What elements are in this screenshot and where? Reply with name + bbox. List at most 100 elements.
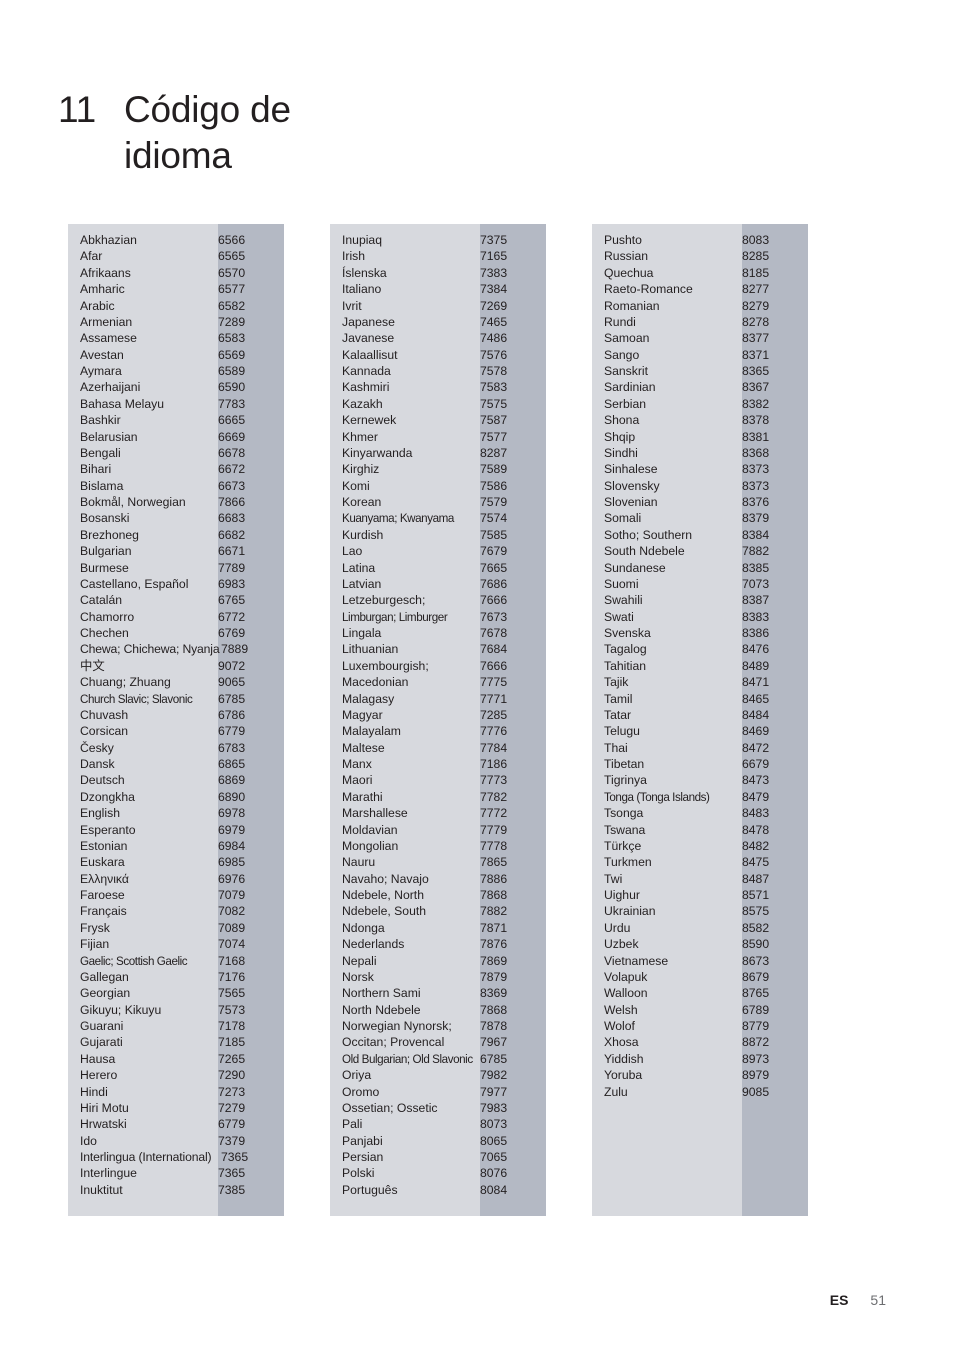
language-code: 7982 [480,1068,508,1083]
language-name: Chewa; Chichewa; Nyanja [80,642,220,657]
language-code-row: Chuvash 6786 [68,707,284,723]
language-code: 7773 [480,773,508,788]
language-code-row: Kashmiri 7583 [330,379,546,395]
language-code-row: Tatar 8484 [592,707,808,723]
language-code-row: Thai 8472 [592,740,808,756]
language-code: 7074 [218,937,246,952]
language-name: Marshallese [342,806,408,821]
language-name: Ossetian; Ossetic [342,1100,438,1115]
language-name: Turkmen [604,855,652,870]
language-code: 6976 [218,871,246,886]
language-name: Limburgan; Limburger [342,609,448,624]
language-code: 7889 [221,642,249,657]
language-code: 9085 [742,1084,770,1099]
language-name: Shona [604,413,640,428]
language-name: Estonian [80,838,128,853]
language-code-row: Sanskrit 8365 [592,363,808,379]
language-code: 8779 [742,1019,770,1033]
language-code-row: Somali 8379 [592,510,808,526]
language-code: 8872 [742,1035,770,1050]
language-code-row: 中文 9072 [68,658,284,674]
language-code: 7772 [480,806,508,821]
language-code: 7865 [480,855,508,870]
language-code: 8471 [742,675,770,690]
language-code-row: Arabic 6582 [68,298,284,314]
language-code-row: Maltese 7784 [330,740,546,756]
language-name: Sindhi [604,445,638,460]
language-code-row: Gaelic; Scottish Gaelic 7168 [68,953,284,969]
language-code: 8384 [742,527,770,542]
language-code: 7185 [218,1035,246,1050]
language-code-row: Catalán 6765 [68,592,284,608]
language-code-row: Lao 7679 [330,543,546,559]
language-code: 8478 [742,822,770,837]
language-code-row: Dzongkha 6890 [68,789,284,805]
language-code: 7967 [480,1035,508,1050]
language-name: Lingala [342,626,382,640]
language-name: Navaho; Navajo [342,871,429,886]
language-name: Pali [342,1117,363,1132]
language-code: 6779 [218,1117,246,1132]
language-name: Tsonga [604,806,644,821]
language-code-rows: Inupiaq 7375 Irish 7165 Íslenska 7383 Italiano… [330,224,546,1198]
language-code-row: Macedonian 7775 [330,674,546,690]
language-name: Faroese [80,888,125,902]
language-code: 8285 [742,249,770,264]
language-code: 7977 [480,1084,508,1099]
language-code-row: Maori 7773 [330,772,546,788]
language-code: 8472 [742,740,770,755]
language-name: Kannada [342,364,391,378]
language-name: Slovenian [604,495,658,509]
language-code-row: Bashkir 6665 [68,412,284,428]
language-name: Esperanto [80,822,136,837]
language-code: 7273 [218,1084,246,1099]
language-code-row: Slovensky 8373 [592,478,808,494]
language-code: 7778 [480,838,508,853]
language-code-row: Tigrinya 8473 [592,772,808,788]
language-name: Nepali [342,953,377,968]
language-name: Old Bulgarian; Old Slavonic [342,1051,473,1066]
language-code: 7784 [480,740,508,755]
language-code: 8185 [742,265,770,280]
language-code: 7589 [480,462,508,477]
language-code: 6865 [218,757,246,771]
language-name: Kuanyama; Kwanyama [342,511,454,526]
language-name: North Ndebele [342,1002,421,1017]
language-code-row: Georgian 7565 [68,985,284,1001]
language-code: 6577 [218,282,246,297]
language-name: Kashmiri [342,380,390,395]
language-code-row: Panjabi 8065 [330,1133,546,1149]
language-code-row: Fijian 7074 [68,936,284,952]
language-code-row: Esperanto 6979 [68,822,284,838]
language-code-row: Frysk 7089 [68,920,284,936]
language-name: Thai [604,740,628,755]
language-code-row: Bislama 6673 [68,478,284,494]
language-code: 7575 [480,396,508,411]
language-code-row: Ukrainian 8575 [592,903,808,919]
language-code: 7673 [480,609,508,624]
language-code: 7379 [218,1133,246,1148]
language-name: Mongolian [342,838,399,853]
language-code: 7289 [218,314,246,329]
language-name: Walloon [604,986,648,1001]
language-name: Northern Sami [342,986,421,1001]
language-code: 8590 [742,937,770,952]
language-code: 7265 [218,1051,246,1066]
chapter-title: Código de idioma [124,87,291,180]
language-name: Kurdish [342,527,384,542]
language-code: 8484 [742,707,770,722]
language-name: Bosanski [80,511,130,526]
language-code-row: Letzeburgesch; 7666 [330,592,546,608]
language-code: 8465 [742,691,770,706]
language-code: 8385 [742,560,770,575]
language-code: 6583 [218,331,246,346]
language-code-row: Nederlands 7876 [330,936,546,952]
language-name: Sanskrit [604,364,649,378]
language-code-row: Bulgarian 6671 [68,543,284,559]
chapter-title-line-2: idioma [124,135,232,177]
language-name: Inuktitut [80,1182,123,1197]
language-code: 6673 [218,478,246,493]
language-code: 6769 [218,626,246,640]
language-code-row: Nepali 7869 [330,953,546,969]
language-code-row: Tahitian 8489 [592,658,808,674]
